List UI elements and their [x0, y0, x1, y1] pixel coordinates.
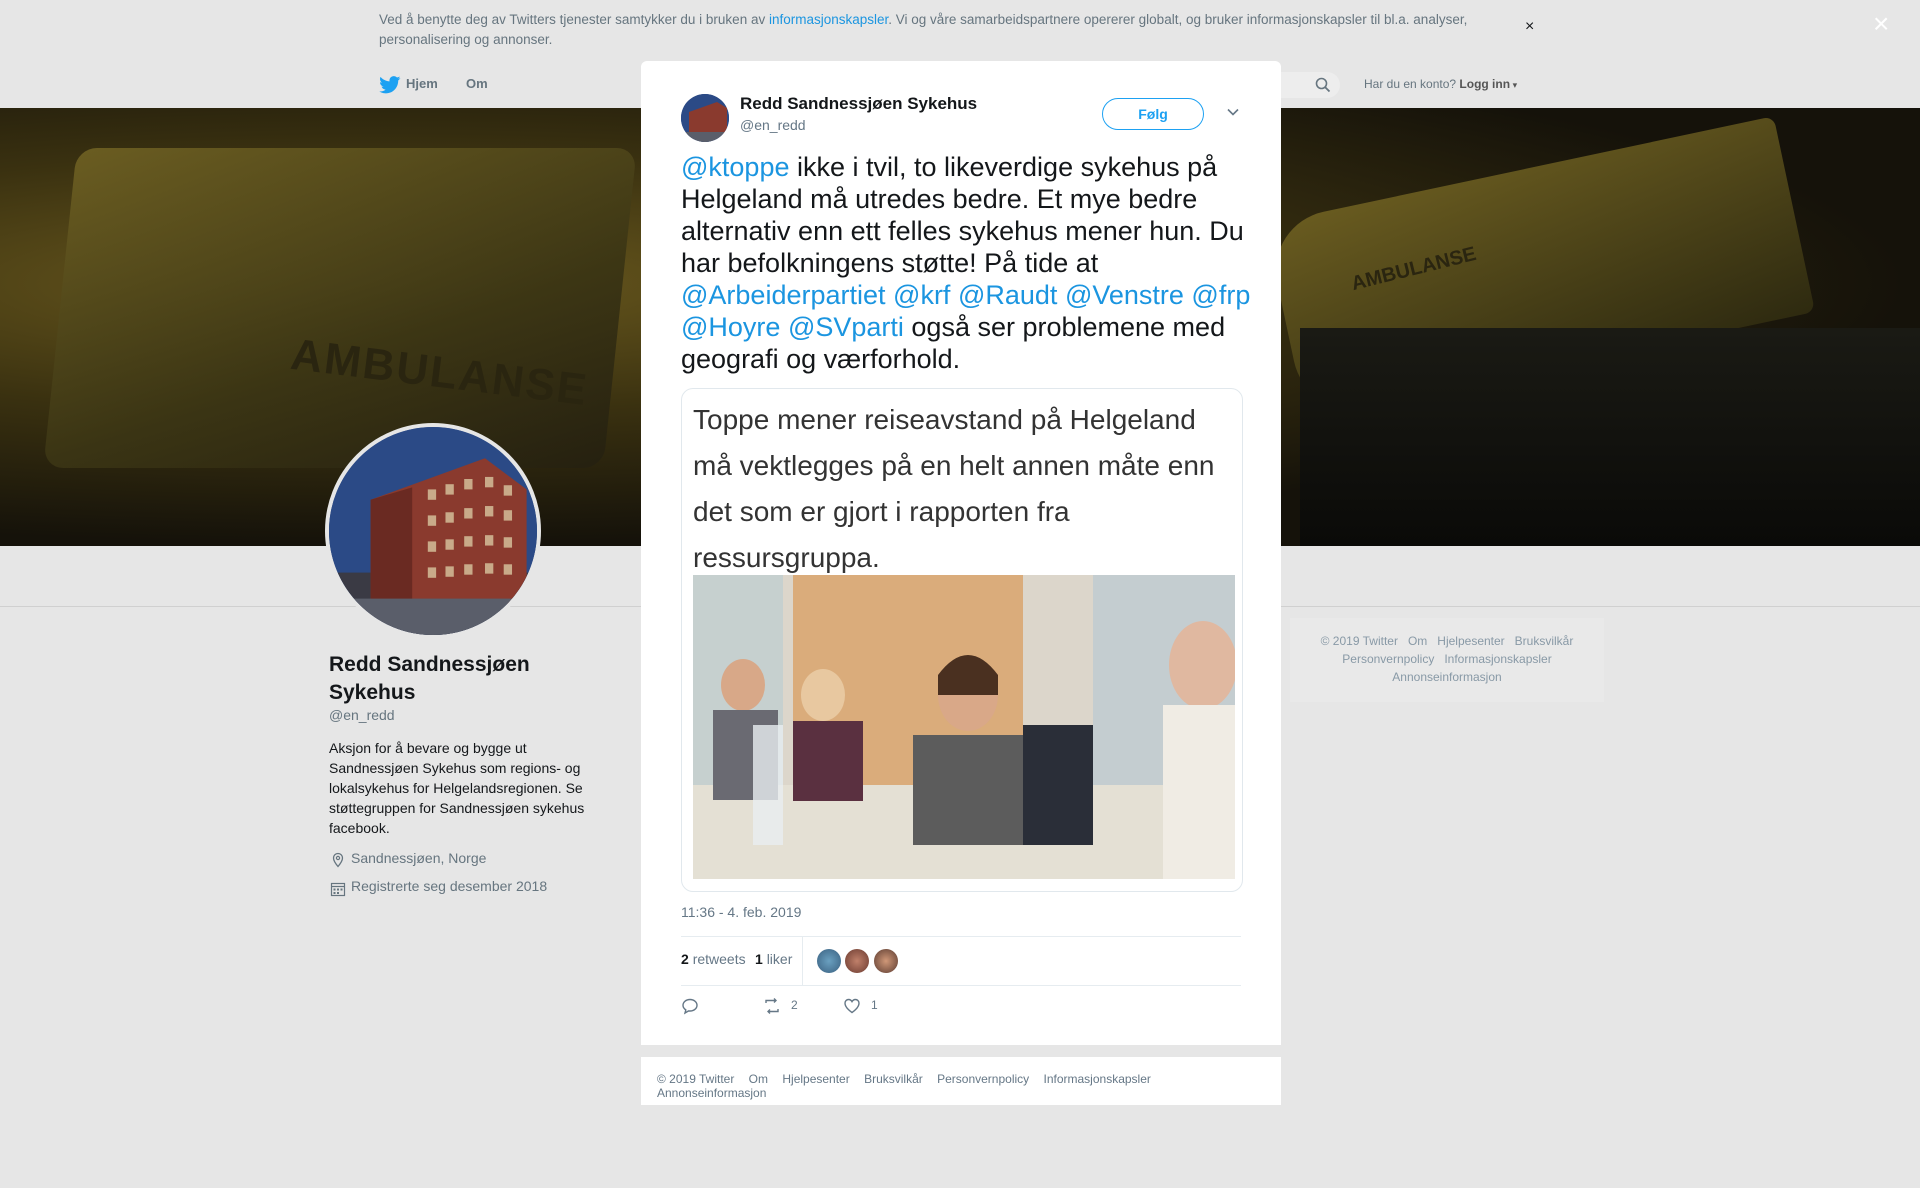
side-footer-privacy[interactable]: Personvernpolicy — [1342, 652, 1434, 666]
tweet-media-card[interactable]: Toppe mener reiseavstand på Helgeland må… — [681, 388, 1243, 892]
like-action-count: 1 — [871, 998, 878, 1012]
likes-label: liker — [766, 951, 793, 967]
footer-ads-info-link[interactable]: Annonseinformasjon — [657, 1086, 766, 1100]
mention-link[interactable]: @krf — [893, 280, 950, 310]
retweets-label: retweets — [692, 951, 746, 967]
cookie-text: Ved å benytte deg av Twitters tjenester … — [379, 10, 1519, 50]
footer-about-link[interactable]: Om — [749, 1072, 768, 1086]
liker-avatar[interactable] — [874, 949, 898, 973]
tweet-modal: Redd Sandnessjøen Sykehus @en_redd Følg … — [641, 61, 1281, 1045]
login-link[interactable]: Logg inn — [1459, 77, 1510, 91]
profile-joined-date: Registrerte seg desember 2018 — [351, 878, 548, 894]
tweet-author-handle[interactable]: @en_redd — [740, 117, 806, 133]
reply-icon[interactable] — [681, 997, 699, 1015]
modal-footer: © 2019 Twitter Om Hjelpesenter Bruksvilk… — [641, 1057, 1281, 1105]
cookie-close-button[interactable]: × — [1525, 18, 1534, 36]
retweet-action-count: 2 — [791, 998, 798, 1012]
footer-help-link[interactable]: Hjelpesenter — [782, 1072, 849, 1086]
tweet-text: @ktoppe ikke i tvil, to likeverdige syke… — [681, 151, 1261, 375]
side-footer-terms[interactable]: Bruksvilkår — [1515, 634, 1574, 648]
nav-about-link[interactable]: Om — [466, 76, 488, 91]
heart-icon[interactable] — [843, 997, 861, 1015]
side-footer-copyright: © 2019 Twitter — [1320, 634, 1398, 648]
liker-avatar[interactable] — [845, 949, 869, 973]
footer-copyright: © 2019 Twitter — [657, 1072, 735, 1086]
tweet-stats: 2 retweets 1 liker — [681, 936, 1241, 986]
mention-link[interactable]: @Venstre — [1065, 280, 1184, 310]
account-prompt-text: Har du en konto? — [1364, 77, 1457, 91]
liker-avatar[interactable] — [817, 949, 841, 973]
side-footer-cookies[interactable]: Informasjonskapsler — [1444, 652, 1551, 666]
likes-count: 1 — [755, 951, 763, 967]
tweet-timestamp[interactable]: 11:36 - 4. feb. 2019 — [681, 904, 801, 920]
banner-ambulance-shape — [43, 148, 637, 468]
profile-handle[interactable]: @en_redd — [329, 707, 395, 723]
cookie-banner: Ved å benytte deg av Twitters tjenester … — [0, 0, 1920, 61]
calendar-icon — [330, 882, 346, 897]
mention-link[interactable]: @frp — [1191, 280, 1250, 310]
mention-link[interactable]: @Arbeiderpartiet — [681, 280, 886, 310]
mention-link[interactable]: @Hoyre — [681, 312, 780, 342]
footer-terms-link[interactable]: Bruksvilkår — [864, 1072, 923, 1086]
search-icon[interactable] — [1315, 77, 1331, 93]
twitter-bird-icon[interactable] — [379, 76, 401, 94]
mention-link[interactable]: @SVparti — [788, 312, 904, 342]
building-image — [681, 94, 729, 142]
mention-link[interactable]: @ktoppe — [681, 152, 789, 182]
side-footer-help[interactable]: Hjelpesenter — [1437, 634, 1504, 648]
login-prompt[interactable]: Har du en konto? Logg inn ▾ — [1364, 77, 1517, 91]
media-photo — [693, 575, 1235, 879]
likes-stat[interactable]: 1 liker — [755, 951, 792, 967]
side-footer-about[interactable]: Om — [1408, 634, 1427, 648]
retweets-count: 2 — [681, 951, 689, 967]
media-caption: Toppe mener reiseavstand på Helgeland må… — [693, 404, 1215, 573]
follow-button[interactable]: Følg — [1102, 98, 1204, 130]
retweets-stat[interactable]: 2 retweets — [681, 951, 746, 967]
close-modal-button[interactable]: × — [1873, 10, 1889, 38]
tweet-author-name[interactable]: Redd Sandnessjøen Sykehus — [740, 94, 977, 114]
profile-avatar[interactable] — [325, 423, 541, 639]
profile-name[interactable]: Redd Sandnessjøen Sykehus — [329, 651, 589, 707]
chevron-down-icon[interactable] — [1226, 105, 1240, 119]
cookie-text-before: Ved å benytte deg av Twitters tjenester … — [379, 12, 769, 27]
meeting-photo-image — [693, 575, 1235, 879]
footer-cookies-link[interactable]: Informasjonskapsler — [1044, 1072, 1151, 1086]
building-image — [329, 427, 537, 635]
mention-link[interactable]: @Raudt — [958, 280, 1057, 310]
chevron-down-icon: ▾ — [1510, 80, 1518, 90]
profile-bio: Aksjon for å bevare og bygge ut Sandness… — [329, 740, 585, 836]
side-footer-ads-info[interactable]: Annonseinformasjon — [1392, 670, 1501, 684]
side-footer: © 2019 Twitter Om Hjelpesenter Bruksvilkår … — [1290, 618, 1604, 702]
stats-divider — [802, 937, 803, 985]
retweet-icon[interactable] — [763, 997, 781, 1015]
banner-water-shape — [1300, 328, 1920, 546]
nav-home-link[interactable]: Hjem — [406, 76, 438, 91]
tweet-author-avatar[interactable] — [681, 94, 729, 142]
tweet-actions: 2 1 — [681, 994, 1241, 1024]
profile-location: Sandnessjøen, Norge — [351, 850, 487, 866]
footer-privacy-link[interactable]: Personvernpolicy — [937, 1072, 1029, 1086]
location-pin-icon — [332, 852, 344, 868]
cookie-link[interactable]: informasjonskapsler — [769, 12, 888, 27]
